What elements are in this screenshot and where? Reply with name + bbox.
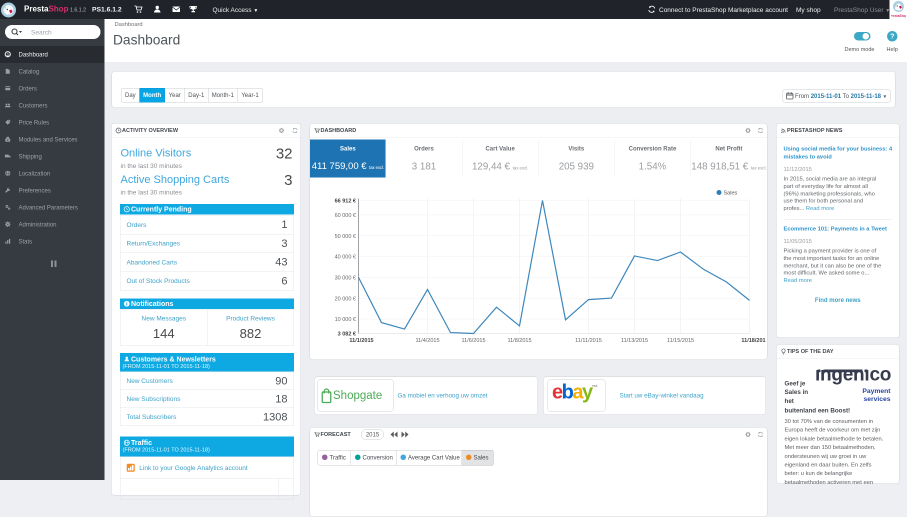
svg-text:30 000 €: 30 000 € [335, 275, 356, 281]
svg-text:20 000 €: 20 000 € [335, 296, 356, 302]
svg-text:11/1/2015: 11/1/2015 [349, 338, 373, 344]
svg-text:11/6/2015: 11/6/2015 [461, 338, 485, 344]
svg-text:11/11/2015: 11/11/2015 [575, 338, 602, 344]
svg-text:40 000 €: 40 000 € [335, 255, 356, 261]
svg-text:3 082 €: 3 082 € [338, 332, 356, 338]
svg-text:11/13/2015: 11/13/2015 [621, 338, 648, 344]
svg-text:PrestaShop: PrestaShop [891, 14, 906, 18]
svg-text:66 912 €: 66 912 € [335, 199, 356, 205]
svg-text:10 000 €: 10 000 € [335, 317, 356, 323]
svg-text:11/18/201: 11/18/201 [741, 338, 765, 344]
svg-text:11/8/2015: 11/8/2015 [507, 338, 531, 344]
svg-text:Sales: Sales [724, 191, 738, 197]
svg-text:60 000 €: 60 000 € [335, 213, 356, 219]
svg-text:11/15/2015: 11/15/2015 [667, 338, 694, 344]
svg-text:50 000 €: 50 000 € [335, 234, 356, 240]
svg-text:11/4/2015: 11/4/2015 [415, 338, 439, 344]
